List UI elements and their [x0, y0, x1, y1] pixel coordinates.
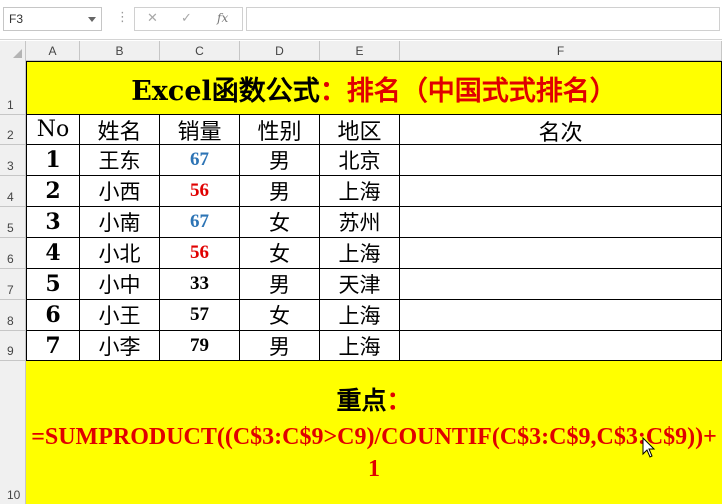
cell-no[interactable]: 1 [26, 145, 80, 176]
cell-sales[interactable]: 33 [160, 269, 240, 300]
cell-name[interactable]: 王东 [80, 145, 160, 176]
row-header-6[interactable]: 6 [0, 238, 26, 269]
cell-region[interactable]: 苏州 [320, 207, 400, 238]
more-dots-icon: ⋮ [116, 10, 129, 25]
column-header-f[interactable]: F [400, 41, 722, 61]
cell-gender[interactable]: 女 [240, 238, 320, 269]
row-number: 10 [7, 488, 21, 502]
cell-rank[interactable] [400, 269, 722, 300]
formula-input[interactable] [246, 7, 720, 31]
column-header-e[interactable]: E [320, 41, 400, 61]
cell-rank[interactable] [400, 207, 722, 238]
cell-no[interactable]: 4 [26, 238, 80, 269]
cell-region[interactable]: 上海 [320, 238, 400, 269]
cell-no[interactable]: 3 [26, 207, 80, 238]
cell-name[interactable]: 小北 [80, 238, 160, 269]
row-header-7[interactable]: 7 [0, 269, 26, 300]
formula-bar: F3 ⋮ ✕ ✓ fx [0, 0, 722, 40]
select-all-icon [13, 49, 22, 58]
cell-gender[interactable]: 男 [240, 331, 320, 361]
cell-gender[interactable]: 男 [240, 145, 320, 176]
formula-buttons: ✕ ✓ fx [134, 7, 243, 31]
row-number: 9 [7, 344, 14, 358]
row-number: 7 [7, 283, 14, 297]
row-number: 2 [7, 128, 14, 142]
row-header-2[interactable]: 2 [0, 115, 26, 145]
cell-sales[interactable]: 57 [160, 300, 240, 331]
cell-rank[interactable] [400, 145, 722, 176]
cell-sales[interactable]: 56 [160, 176, 240, 207]
cell-name[interactable]: 小中 [80, 269, 160, 300]
cell-name[interactable]: 小西 [80, 176, 160, 207]
cell-name[interactable]: 小王 [80, 300, 160, 331]
column-header-b[interactable]: B [80, 41, 160, 61]
note-colon: ： [386, 385, 412, 415]
cell-region[interactable]: 上海 [320, 176, 400, 207]
row-header-1[interactable]: 1 [0, 61, 26, 115]
title-highlight: ：排名（中国式式排名） [319, 75, 617, 107]
row-number: 5 [7, 221, 14, 235]
cell-rank[interactable] [400, 176, 722, 207]
cell-region[interactable]: 上海 [320, 300, 400, 331]
note-label: 重点 [336, 385, 387, 415]
cell-no[interactable]: 5 [26, 269, 80, 300]
cell-gender[interactable]: 女 [240, 300, 320, 331]
cell-region[interactable]: 上海 [320, 331, 400, 361]
header-gender[interactable]: 性别 [240, 115, 320, 145]
cell-rank[interactable] [400, 238, 722, 269]
cancel-icon[interactable]: ✕ [147, 11, 158, 26]
mouse-cursor-icon [642, 437, 656, 458]
enter-icon[interactable]: ✓ [181, 11, 192, 26]
cell-name[interactable]: 小李 [80, 331, 160, 361]
cell-sales[interactable]: 67 [160, 145, 240, 176]
title-text: Excel函数公式 [131, 75, 320, 107]
cell-rank[interactable] [400, 331, 722, 361]
header-no[interactable]: No [26, 115, 80, 145]
insert-function-icon[interactable]: fx [217, 11, 228, 25]
cell-no[interactable]: 6 [26, 300, 80, 331]
row-number: 8 [7, 314, 14, 328]
row-header-5[interactable]: 5 [0, 207, 26, 238]
cell-name[interactable]: 小南 [80, 207, 160, 238]
cell-gender[interactable]: 男 [240, 176, 320, 207]
cell-gender[interactable]: 女 [240, 207, 320, 238]
cell-region[interactable]: 北京 [320, 145, 400, 176]
row-number: 3 [7, 159, 14, 173]
row-header-8[interactable]: 8 [0, 300, 26, 331]
header-sales[interactable]: 销量 [160, 115, 240, 145]
cell-no[interactable]: 7 [26, 331, 80, 361]
cell-region[interactable]: 天津 [320, 269, 400, 300]
note-formula: =SUMPRODUCT((C$3:C$9>C9)/COUNTIF(C$3:C$9… [31, 423, 717, 482]
row-header-10[interactable]: 10 [0, 361, 26, 504]
row-number: 1 [7, 98, 14, 112]
note-cell[interactable]: 重点： =SUMPRODUCT((C$3:C$9>C9)/COUNTIF(C$3… [26, 361, 722, 504]
column-header-a[interactable]: A [26, 41, 80, 61]
row-header-3[interactable]: 3 [0, 145, 26, 176]
cell-gender[interactable]: 男 [240, 269, 320, 300]
column-headers: A B C D E F [0, 41, 722, 61]
header-name[interactable]: 姓名 [80, 115, 160, 145]
note-label-line: 重点： [336, 381, 411, 421]
header-rank[interactable]: 名次 [400, 115, 722, 146]
row-header-4[interactable]: 4 [0, 176, 26, 207]
column-header-d[interactable]: D [240, 41, 320, 61]
cell-rank[interactable] [400, 300, 722, 331]
title-cell[interactable]: Excel函数公式 ：排名（中国式式排名） [26, 61, 722, 115]
row-number: 6 [7, 252, 14, 266]
select-all-corner[interactable] [0, 41, 26, 61]
cell-no[interactable]: 2 [26, 176, 80, 207]
cell-sales[interactable]: 56 [160, 238, 240, 269]
row-number: 4 [7, 190, 14, 204]
spreadsheet-grid: Excel函数公式 ：排名（中国式式排名） No 姓名 销量 性别 地区 名次 1… [26, 61, 722, 504]
cell-sales[interactable]: 79 [160, 331, 240, 361]
cell-sales[interactable]: 67 [160, 207, 240, 238]
chevron-down-icon[interactable] [88, 17, 96, 22]
name-box[interactable]: F3 [3, 7, 102, 31]
name-box-value: F3 [9, 12, 24, 26]
row-header-9[interactable]: 9 [0, 331, 26, 361]
column-header-c[interactable]: C [160, 41, 240, 61]
header-region[interactable]: 地区 [320, 115, 400, 145]
